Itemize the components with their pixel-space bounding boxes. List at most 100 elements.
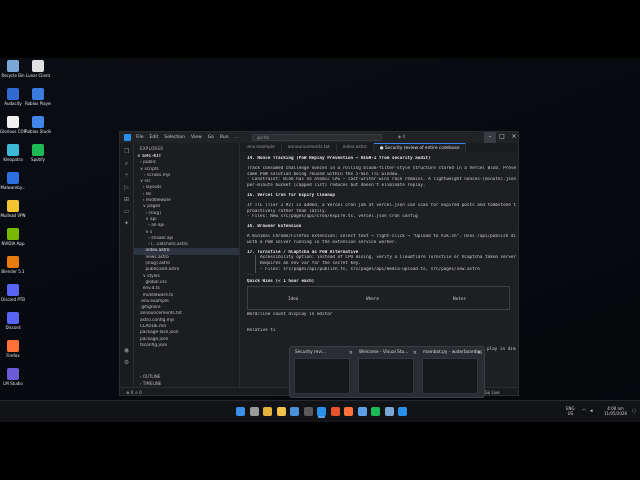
account-icon[interactable]: ◉ <box>123 347 131 354</box>
discord-ptb-shortcut[interactable]: Discord PTB <box>0 284 26 302</box>
window-thumbnail[interactable] <box>422 358 478 394</box>
glorious-core-shortcut[interactable]: Glorious CORE <box>0 116 26 134</box>
lunar-client-shortcut[interactable]: Lunar Client <box>25 60 51 78</box>
activity-bar: ❐ ⌕ ⑂ ▷ ⊞ ▭ ✦ ◉ ⚙ <box>120 143 134 387</box>
source-control-icon[interactable]: ⑂ <box>123 172 131 179</box>
screen: Recycle Bin Lunar Client Audacity Roblox Pl… <box>0 0 640 480</box>
audacity-icon <box>7 88 19 100</box>
firefox-icon[interactable] <box>344 407 353 416</box>
tree-item[interactable]: tsconfig.json <box>134 343 239 349</box>
brave-icon[interactable] <box>330 407 340 416</box>
spotify-icon <box>32 144 44 156</box>
kleopatra-icon <box>7 144 19 156</box>
explorer-icon[interactable]: ❐ <box>123 148 131 155</box>
recycle-bin-icon <box>7 60 19 72</box>
minimize-button[interactable]: – <box>484 132 496 143</box>
spotify-icon[interactable] <box>371 407 380 416</box>
window-preview[interactable]: Welcome - Visual Stu... × <box>358 349 418 397</box>
close-preview-icon[interactable]: × <box>349 350 353 356</box>
desktop-icon-label: Blender 5.1 <box>1 269 25 274</box>
audacity-shortcut[interactable]: Audacity <box>0 88 26 106</box>
settings-gear-icon[interactable]: ⚙ <box>123 359 131 366</box>
table-header-notes: Notes <box>453 297 466 303</box>
recycle-bin-shortcut[interactable]: Recycle Bin <box>0 60 26 78</box>
lunar-client-icon <box>32 60 44 72</box>
wifi-icon[interactable]: ◠ <box>582 408 586 414</box>
table-row-word-count: Word/line count display in editor <box>247 312 333 318</box>
timeline-section[interactable]: › TIMELINE <box>134 380 240 387</box>
close-button[interactable]: × <box>508 132 518 143</box>
outline-section[interactable]: › OUTLINE <box>134 373 240 380</box>
roblox-player-icon <box>32 88 44 100</box>
discord-icon <box>7 312 19 324</box>
remote-icon[interactable]: ▭ <box>123 208 131 215</box>
nvidia-app-shortcut[interactable]: NVIDIA App <box>0 228 26 246</box>
menu-item-3[interactable]: View <box>191 135 202 140</box>
vpn-icon[interactable] <box>357 407 367 416</box>
window-preview[interactable]: Security revi... × <box>294 349 354 397</box>
store-icon[interactable] <box>290 407 299 416</box>
roblox-studio-shortcut[interactable]: Roblox Studio <box>25 116 51 134</box>
chat-icon[interactable]: ✦ <box>123 220 131 227</box>
menu-item-4[interactable]: Go <box>208 135 214 140</box>
desktop-icon-label: Firefox <box>6 353 20 358</box>
editor-tab[interactable]: .env.example <box>240 143 282 152</box>
lm-studio-shortcut[interactable]: LM Studio <box>0 368 26 386</box>
vscode-icon[interactable] <box>317 407 326 416</box>
file-explorer-icon[interactable] <box>276 407 286 416</box>
file-tree: ∨ SRC-KIT › public ∨ scripts › scrubs.mjs… <box>134 154 239 349</box>
kleopatra-shortcut[interactable]: Kleopatra <box>0 144 26 162</box>
window-thumbnail[interactable] <box>358 358 414 394</box>
window-preview[interactable]: mainbot.py - waterboarding... × <box>422 349 482 397</box>
nvidia-app-icon <box>7 228 19 240</box>
close-preview-icon[interactable]: × <box>477 350 481 356</box>
menu-item-5[interactable]: Run <box>220 135 229 140</box>
quote-line: - Files: src/pages/api/publish.ts, src/p… <box>260 266 480 272</box>
chrome-icon[interactable] <box>263 407 272 416</box>
editor-tab[interactable]: index.astro <box>337 143 374 152</box>
menu-item-6[interactable]: ... <box>235 135 239 140</box>
copilot-indicator[interactable]: ◈ 4 <box>398 134 405 139</box>
app-icon[interactable] <box>384 407 394 416</box>
problems-indicator[interactable]: ⊗ 0 ⚠ 0 <box>126 388 142 395</box>
roblox-player-shortcut[interactable]: Roblox Player <box>25 88 51 106</box>
close-preview-icon[interactable]: × <box>413 350 417 356</box>
malwarebytes-icon <box>7 172 19 184</box>
text-line: A minimal Chrome/Firefox extension: sele… <box>247 233 516 239</box>
search-icon[interactable] <box>249 407 259 416</box>
desktop-icon-label: Spotify <box>31 157 45 162</box>
spotify-shortcut[interactable]: Spotify <box>25 144 51 162</box>
desktop-icon-label: Discord <box>5 325 21 330</box>
menu-item-1[interactable]: Edit <box>150 135 159 140</box>
taskbar: ENG US ◠ ◂ 4:08 am 11/05/2026 ◌ <box>0 400 640 422</box>
window-thumbnail[interactable] <box>294 358 350 394</box>
menu-item-0[interactable]: File <box>136 135 144 140</box>
quick-wins-heading: Quick Wins (< 1 hour each) <box>247 278 315 284</box>
desktop-icon-label: Roblox Player <box>25 101 51 106</box>
run-debug-icon[interactable]: ▷ <box>123 184 131 191</box>
mullvad-vpn-shortcut[interactable]: Mullvad VPN <box>0 200 26 218</box>
editor-tab[interactable]: announcements.txt <box>282 143 337 152</box>
vscode-icon[interactable] <box>398 407 407 416</box>
command-search-input[interactable]: ipc-tls <box>252 134 382 141</box>
blender-shortcut[interactable]: Blender 5.1 <box>0 256 26 274</box>
extensions-icon[interactable]: ⊞ <box>123 196 131 203</box>
search-icon[interactable]: ⌕ <box>123 160 131 167</box>
malwarebytes-shortcut[interactable]: Malwareby... <box>0 172 26 190</box>
roblox-studio-icon <box>32 116 44 128</box>
editor-tab[interactable]: ● Security review of entire codebase <box>373 143 467 152</box>
start-icon[interactable] <box>236 407 245 416</box>
maximize-button[interactable]: □ <box>496 132 508 143</box>
window-preview-title: Welcome - Visual Stu... <box>359 350 409 355</box>
discord-shortcut[interactable]: Discord <box>0 312 26 330</box>
volume-icon[interactable]: ◂ <box>590 408 593 414</box>
notifications-icon[interactable]: ◌ <box>632 408 636 414</box>
desktop-icon-label: Recycle Bin <box>1 73 25 78</box>
menu-item-2[interactable]: Selection <box>164 135 185 140</box>
clock[interactable]: 4:08 am 11/05/2026 <box>604 406 627 416</box>
desktop-icon-label: Mullvad VPN <box>0 213 26 218</box>
language-indicator[interactable]: ENG US <box>566 406 575 416</box>
firefox-shortcut[interactable]: Firefox <box>0 340 26 358</box>
markdown-table: Idea Where Notes <box>247 286 510 311</box>
terminal-icon[interactable] <box>303 407 313 416</box>
